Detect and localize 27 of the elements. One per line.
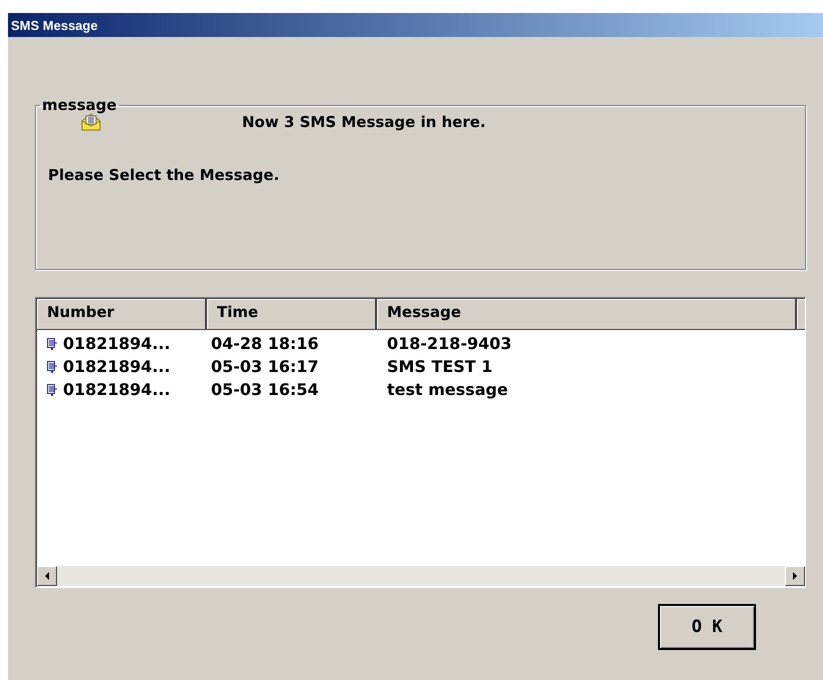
document-icon [47, 384, 57, 396]
window-title: SMS Message [11, 18, 98, 32]
envelope-icon [80, 112, 102, 132]
instruction-text: Please Select the Message. [48, 166, 280, 184]
left-arrow-icon [44, 572, 50, 580]
table-cell-text: 05-03 16:17 [210, 357, 320, 376]
group-label: message [41, 96, 118, 114]
table-cell: 01821894... [63, 334, 170, 353]
document-icon [47, 338, 57, 350]
scroll-right-button[interactable] [785, 566, 805, 586]
column-header[interactable]: Time [207, 299, 377, 330]
table-cell-text: SMS TEST 1 [386, 357, 494, 376]
column-header[interactable]: Number [37, 299, 207, 330]
column-header[interactable]: Message [377, 299, 797, 330]
scroll-left-button[interactable] [37, 566, 57, 586]
table-cell-text: 05-03 16:54 [210, 380, 320, 399]
message-count-text: Now 3 SMS Message in here. [242, 113, 486, 131]
table-cell-text: 04-28 18:16 [210, 334, 320, 353]
table-cell-text: test message [386, 380, 509, 399]
table-cell: 01821894... [63, 380, 170, 399]
horizontal-scrollbar[interactable] [37, 566, 805, 586]
table-cell-text: 018-218-9403 [386, 334, 513, 353]
ok-button[interactable]: O K [658, 604, 756, 650]
table-cell: 01821894... [63, 357, 170, 376]
column-header-background [797, 299, 805, 330]
document-icon [47, 360, 57, 372]
right-arrow-icon [792, 572, 798, 580]
